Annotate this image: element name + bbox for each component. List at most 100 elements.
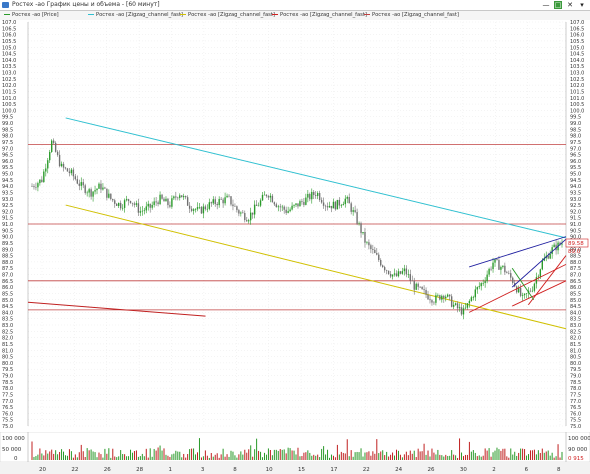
candle-body xyxy=(167,198,169,206)
window-menu-icon[interactable]: ▾ xyxy=(578,1,586,9)
candle-body xyxy=(364,232,366,243)
price-tick-label: 91.5 xyxy=(2,216,13,222)
price-tick-label: 82.5 xyxy=(570,329,581,335)
candle-body xyxy=(141,210,144,212)
volume-bar xyxy=(490,456,492,460)
volume-bar xyxy=(252,456,254,460)
legend-item-zigzag-4[interactable]: Ростех -ао [Zigzag_channel_fast] xyxy=(364,11,459,20)
legend-item-zigzag-3[interactable]: Ростех -ао [Zigzag_channel_fast] xyxy=(272,11,367,20)
price-tick-label: 82.0 xyxy=(570,336,581,342)
legend-item-zigzag-1[interactable]: Ростех -ао [Zigzag_channel_fast] xyxy=(88,11,183,20)
candle-body xyxy=(110,193,112,199)
candle-body xyxy=(344,198,346,205)
candle-body xyxy=(49,152,51,161)
candle-body xyxy=(395,273,398,277)
candle-body xyxy=(285,209,287,213)
candle-body xyxy=(458,307,461,309)
candle-body xyxy=(316,193,319,196)
volume-bar xyxy=(462,456,464,460)
volume-bar xyxy=(165,454,167,460)
candle-body xyxy=(200,207,203,214)
legend-label: Ростех -ао [Zigzag_channel_fast] xyxy=(96,12,183,18)
candle-body xyxy=(39,179,41,184)
volume-bar xyxy=(439,454,441,460)
candle-body xyxy=(291,205,293,210)
candle-body xyxy=(277,206,279,208)
candle-body xyxy=(131,202,134,204)
price-tick-label: 102.0 xyxy=(570,83,584,89)
date-tick-label: 28 xyxy=(136,467,143,473)
volume-bar xyxy=(116,457,118,460)
price-tick-label: 87.0 xyxy=(2,273,13,279)
volume-bar xyxy=(72,457,74,460)
candle-body xyxy=(305,197,307,205)
price-tick-label: 106.5 xyxy=(2,26,16,32)
price-tick-label: 104.0 xyxy=(2,58,16,64)
volume-bar xyxy=(279,449,281,460)
candle-body xyxy=(297,203,299,207)
legend-item-price[interactable]: Ростех -ао [Price] xyxy=(4,11,59,20)
volume-bar xyxy=(45,450,47,460)
volume-bar xyxy=(366,452,368,460)
volume-bar xyxy=(177,451,179,460)
candle-body xyxy=(35,187,37,188)
volume-bar xyxy=(285,453,287,460)
candle-body xyxy=(529,290,532,292)
candle-body xyxy=(441,295,443,300)
candle-body xyxy=(139,211,142,213)
price-tick-label: 88.0 xyxy=(570,260,581,266)
candle-body xyxy=(214,199,216,204)
volume-bar xyxy=(224,456,226,460)
volume-bar xyxy=(327,449,329,460)
close-button[interactable]: ✕ xyxy=(566,1,574,9)
volume-bar xyxy=(482,455,484,460)
candle-body xyxy=(74,176,77,180)
date-tick-label: 24 xyxy=(395,467,402,473)
volume-chart[interactable]: 100 000 50 000 0 100 000 90 000 0 915 xyxy=(0,432,590,462)
volume-bar xyxy=(474,452,476,460)
price-tick-label: 81.5 xyxy=(2,342,13,348)
volume-bar xyxy=(133,451,135,460)
price-tick-label: 80.5 xyxy=(2,355,13,361)
price-tick-label: 98.0 xyxy=(570,134,581,140)
price-tick-label: 107.0 xyxy=(570,20,584,26)
maximize-button[interactable]: □ xyxy=(554,1,562,9)
price-tick-label: 75.5 xyxy=(570,418,581,424)
candle-body xyxy=(54,142,57,152)
volume-bar xyxy=(395,449,397,460)
candle-body xyxy=(358,223,360,224)
volume-bar xyxy=(53,453,55,460)
candle-body xyxy=(322,202,325,206)
volume-bar xyxy=(47,453,49,460)
volume-bar xyxy=(216,453,218,460)
price-tick-label: 81.0 xyxy=(2,348,13,354)
price-chart[interactable]: 75.075.576.076.577.077.578.078.579.079.5… xyxy=(0,20,590,432)
minimize-button[interactable]: — xyxy=(542,1,550,9)
volume-bar xyxy=(555,456,557,460)
candle-body xyxy=(153,201,155,205)
volume-bar xyxy=(214,454,216,460)
volume-bar xyxy=(352,456,354,460)
volume-bar xyxy=(273,449,275,460)
price-tick-label: 93.5 xyxy=(2,190,13,196)
price-tick-label: 95.0 xyxy=(2,172,13,178)
price-tick-label: 75.0 xyxy=(2,424,13,430)
price-tick-label: 76.5 xyxy=(570,405,581,411)
price-tick-label: 78.0 xyxy=(570,386,581,392)
volume-bar xyxy=(260,451,262,460)
candle-body xyxy=(370,245,372,250)
candle-body xyxy=(45,168,47,172)
price-tick-label: 86.0 xyxy=(570,285,581,291)
candle-body xyxy=(313,191,315,196)
volume-bar xyxy=(303,452,305,460)
candle-body xyxy=(114,200,116,204)
volume-bar xyxy=(380,451,382,460)
candle-body xyxy=(121,207,124,209)
legend-item-zigzag-2[interactable]: Ростех -ао [Zigzag_channel_fast] xyxy=(180,11,275,20)
volume-bar xyxy=(41,453,43,460)
volume-bar xyxy=(218,457,220,460)
price-tick-label: 102.5 xyxy=(2,77,16,83)
candle-body xyxy=(157,202,159,205)
candle-body xyxy=(448,294,451,297)
candle-body xyxy=(70,169,73,174)
